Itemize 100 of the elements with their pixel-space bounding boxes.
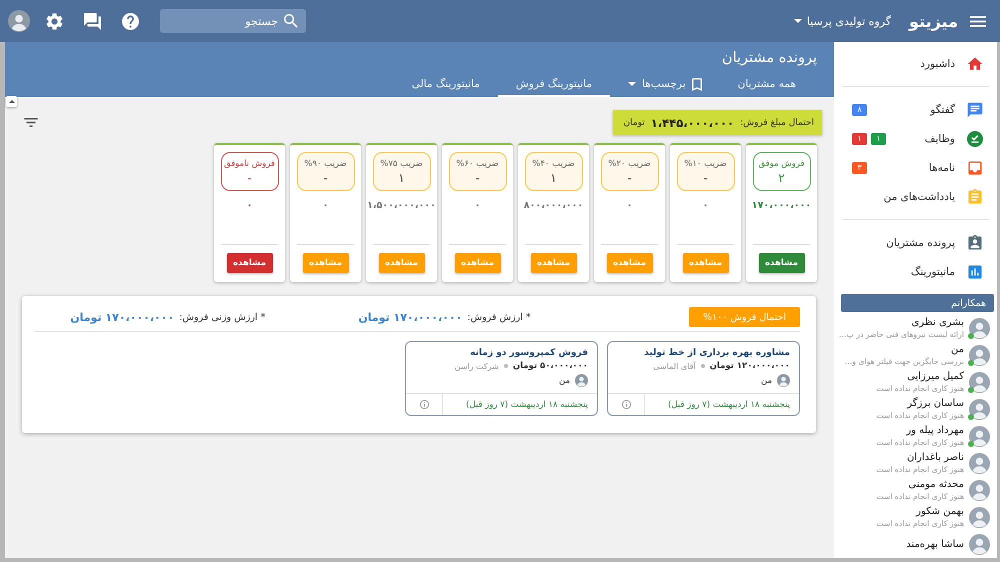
contact-card-icon [967, 234, 983, 250]
tab[interactable]: برچسب‌ها [610, 69, 720, 97]
deal-title-link[interactable]: مشاوره بهره برداری از خط تولید [644, 348, 790, 358]
count-badge: ۳ [852, 162, 867, 174]
search-field[interactable]: جستجو [160, 9, 306, 33]
filter-icon[interactable] [24, 118, 38, 127]
nav-item[interactable]: وظایف [924, 130, 983, 146]
stage-count: ۱ [550, 172, 557, 184]
stage-count: - [703, 172, 708, 184]
stage-amount: ۱۷۰،۰۰۰،۰۰۰ [752, 200, 812, 211]
owner-name: من [558, 376, 570, 386]
company-dropdown[interactable]: گروه تولیدی پرسیا [794, 12, 892, 30]
colleague-name: ساشا بهره‌مند [906, 538, 964, 551]
stage-title: ضریب ۶۰% [456, 158, 499, 168]
nav-item[interactable]: نامه‌ها [928, 160, 983, 176]
caret-icon [628, 82, 636, 86]
colleague-name: مهرداد پیله ور [905, 424, 964, 437]
home-icon [967, 56, 983, 72]
tab[interactable]: مانیتورینگ مالی [394, 69, 498, 97]
stage-count: - [475, 172, 480, 184]
avatar-icon [575, 374, 588, 387]
nav-item[interactable]: داشبورد [920, 56, 983, 72]
stage-title: فروش ناموفق [224, 158, 275, 168]
dot-icon [700, 364, 705, 368]
stage-title: ضریب ۲۰% [608, 158, 651, 168]
stage-title: ضریب ۱۰% [684, 158, 727, 168]
colleague-name: بهمن شکور [914, 505, 964, 518]
view-button[interactable]: مشاهده [226, 253, 272, 273]
menu-icon[interactable] [970, 14, 986, 28]
stage-amount: ۸۰۰،۰۰۰،۰۰۰ [524, 200, 584, 211]
colleague-name: ناصر باغداران [906, 451, 964, 464]
stage-title: ضریب ۹۰% [304, 158, 347, 168]
colleague-name: من [950, 343, 964, 356]
deal-date: پنجشنبه ۱۸ اردیبهشت (۷ روز قبل) [465, 398, 589, 412]
stage-title: فروش موفق [758, 158, 805, 168]
colleague-name: کمیل میرزایی [906, 370, 964, 383]
currency-label: تومان [623, 118, 645, 128]
stage-amount: ۰ [474, 200, 480, 211]
caret-up-icon [8, 100, 14, 103]
view-button[interactable]: مشاهده [758, 253, 804, 273]
summary-label: احتمال مبلغ فروش: [740, 118, 814, 128]
info-icon[interactable] [420, 400, 428, 409]
tab[interactable]: همه مشتریان [720, 69, 814, 97]
stage-count: - [247, 172, 252, 184]
chat-icon [967, 102, 983, 118]
section-header: همکارانم [841, 294, 994, 312]
avatar-icon [969, 345, 990, 366]
nav-item[interactable]: پرونده مشتریان [886, 234, 983, 250]
stage-title: ضریب ۴۰% [532, 158, 575, 168]
bar-chart-icon [967, 264, 983, 280]
deal-contact: شرکت راسن [454, 362, 499, 370]
stat-label: * ارزش فروش: [467, 312, 531, 322]
deal-date: پنجشنبه ۱۸ اردیبهشت (۷ روز قبل) [667, 398, 791, 412]
info-icon[interactable] [622, 400, 630, 409]
search-icon [284, 14, 298, 28]
summary-amount: ۱،۴۴۵،۰۰۰،۰۰۰ [650, 116, 734, 130]
avatar-icon [969, 453, 990, 474]
avatar-icon [969, 534, 990, 555]
stage-amount: ۱،۵۰۰،۰۰۰،۰۰۰ [367, 200, 436, 211]
avatar-icon [969, 372, 990, 393]
avatar-icon [969, 507, 990, 528]
stage-title: ضریب ۷۵% [380, 158, 423, 168]
page-title: پرونده مشتریان [720, 49, 818, 68]
caret-icon [794, 19, 802, 23]
count-badge: ۱ [871, 132, 886, 144]
collapse-button[interactable] [6, 96, 17, 107]
count-badge: ۸ [852, 104, 867, 116]
stage-count: ۲ [778, 172, 785, 184]
deal-amount: ۱۲۰،۰۰۰،۰۰۰ تومان [710, 361, 790, 371]
help-icon[interactable] [122, 12, 139, 30]
deal-title-link[interactable]: فروش کمپروسور دو زمانه [470, 348, 588, 358]
nav-item[interactable]: مانیتورینگ [910, 264, 983, 280]
avatar-icon[interactable] [8, 10, 30, 32]
nav-item[interactable]: یادداشت‌های من [884, 188, 983, 204]
chat-icon[interactable] [84, 12, 101, 30]
app-logo: میزیتو [909, 12, 958, 30]
stage-amount: ۰ [626, 200, 632, 211]
stat-value: ۱۷۰،۰۰۰،۰۰۰ تومان [70, 310, 174, 324]
nav-item[interactable]: گفتگو [930, 102, 983, 118]
probability-badge: احتمال فروش ۱۰۰% [688, 307, 800, 327]
settings-icon[interactable] [46, 12, 63, 30]
colleague-name: بشری نظری [910, 316, 964, 329]
stage-amount: ۰ [702, 200, 708, 211]
inbox-icon [967, 160, 983, 176]
deal-contact: آقای الماسی [653, 362, 696, 370]
deal-amount: ۵۰،۰۰۰،۰۰۰ تومان [512, 361, 588, 371]
stage-count: ۱ [398, 172, 405, 184]
stage-count: - [323, 172, 328, 184]
avatar-icon [969, 399, 990, 420]
avatar-icon [777, 374, 790, 387]
colleague-name: محدثه مومنی [907, 478, 964, 491]
owner-name: من [760, 376, 772, 386]
stage-amount: ۰ [322, 200, 328, 211]
avatar-icon [969, 426, 990, 447]
bookmark-icon [692, 78, 702, 91]
check-circle-icon [967, 130, 983, 146]
count-badge: ۱ [852, 132, 867, 144]
avatar-icon [969, 318, 990, 339]
stage-count: - [627, 172, 632, 184]
colleague-name: ساسان برزگر [906, 397, 964, 410]
